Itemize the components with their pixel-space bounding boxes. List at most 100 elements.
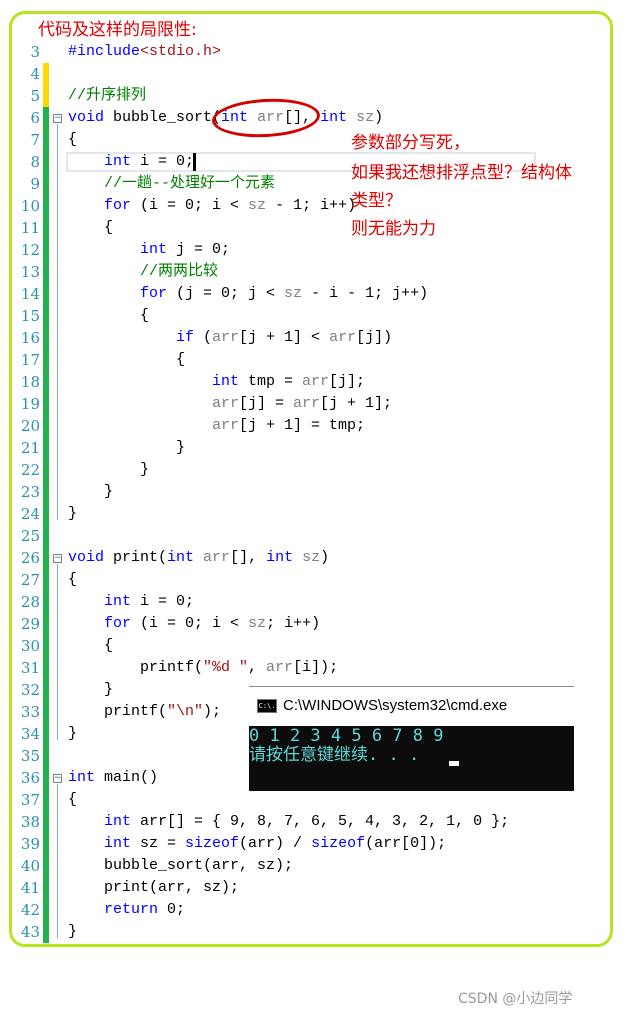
code-line[interactable]: 39 int sz = sizeof(arr) / sizeof(arr[0]);: [0, 833, 560, 855]
saved-change-marker: [43, 547, 49, 569]
code-line[interactable]: 38 int arr[] = { 9, 8, 7, 6, 5, 4, 3, 2, …: [0, 811, 560, 833]
code-line[interactable]: 18 int tmp = arr[j];: [0, 371, 560, 393]
code-text: }: [176, 437, 185, 459]
code-line[interactable]: 27 {: [0, 569, 560, 591]
code-token: arr[] = { 9, 8, 7, 6, 5, 4, 3, 2, 1, 0 }…: [131, 813, 510, 830]
code-line[interactable]: 25: [0, 525, 560, 547]
console-titlebar[interactable]: C:\. C:\WINDOWS\system32\cmd.exe: [257, 697, 507, 714]
code-line[interactable]: 16 if (arr[j + 1] < arr[j]): [0, 327, 560, 349]
code-text: void print(int arr[], int sz): [68, 547, 329, 569]
line-number: 24: [20, 505, 40, 523]
code-token: //两两比较: [140, 263, 219, 280]
code-token: {: [140, 307, 150, 324]
line-number: 19: [20, 395, 40, 413]
code-text: {: [140, 305, 149, 327]
line-number: 7: [30, 131, 40, 149]
code-line[interactable]: 13 //两两比较: [0, 261, 560, 283]
saved-change-marker: [43, 107, 49, 129]
console-app-icon: C:\.: [257, 699, 277, 714]
unsaved-change-marker: [43, 85, 49, 107]
saved-change-marker: [43, 173, 49, 195]
code-token: return: [104, 901, 159, 918]
line-number: 39: [20, 835, 40, 853]
code-token: bubble_sort(: [104, 109, 222, 126]
code-line[interactable]: 37 {: [0, 789, 560, 811]
code-line[interactable]: 22}: [0, 459, 560, 481]
line-number: 41: [20, 879, 40, 897]
code-token: printf(: [140, 659, 204, 676]
code-line[interactable]: 29 for (i = 0; i < sz; i++): [0, 613, 560, 635]
code-text: }: [68, 723, 77, 745]
code-line[interactable]: 11 {: [0, 217, 560, 239]
code-token: tmp =: [239, 373, 303, 390]
code-line[interactable]: 42 return 0;: [0, 899, 560, 921]
collapse-icon[interactable]: −: [53, 774, 62, 783]
code-token: int: [104, 593, 132, 610]
code-text: for (i = 0; i < sz; i++): [104, 613, 320, 635]
code-line[interactable]: 41 print(arr, sz);: [0, 877, 560, 899]
code-line[interactable]: 21}: [0, 437, 560, 459]
code-token: for: [140, 285, 168, 302]
line-number: 4: [30, 65, 40, 83]
code-token: sz: [284, 285, 303, 302]
code-line[interactable]: 30 {: [0, 635, 560, 657]
code-line[interactable]: 31 printf("%d ", arr[i]);: [0, 657, 560, 679]
line-number: 8: [30, 153, 40, 171]
code-token: ): [320, 549, 330, 566]
code-line[interactable]: 14 for (j = 0; j < sz - i - 1; j++): [0, 283, 560, 305]
code-text: bubble_sort(arr, sz);: [104, 855, 293, 877]
code-line[interactable]: 19 arr[j] = arr[j + 1];: [0, 393, 560, 415]
code-line[interactable]: 23}: [0, 481, 560, 503]
code-text: }: [68, 921, 77, 943]
code-token: }: [68, 505, 78, 522]
code-token: int: [320, 109, 348, 126]
code-text: int j = 0;: [140, 239, 230, 261]
code-token: arr: [293, 395, 321, 412]
code-line[interactable]: 26− void print(int arr[], int sz): [0, 547, 560, 569]
code-token: ; i++): [266, 615, 321, 632]
console-window[interactable]: 0 1 2 3 4 5 6 7 8 9 请按任意键继续. . .: [249, 726, 574, 791]
code-text: }: [104, 679, 113, 701]
line-number: 21: [20, 439, 40, 457]
code-line[interactable]: 3 #include<stdio.h>: [0, 41, 560, 63]
line-number: 35: [20, 747, 40, 765]
code-line[interactable]: 28 int i = 0;: [0, 591, 560, 613]
code-line[interactable]: 12 int j = 0;: [0, 239, 560, 261]
code-token: }: [140, 461, 150, 478]
code-token: }: [104, 483, 114, 500]
code-token: //一趟--处理好一个元素: [104, 175, 276, 192]
saved-change-marker: [43, 833, 49, 855]
code-text: {: [104, 217, 113, 239]
code-token: ): [374, 109, 384, 126]
code-token: [j];: [329, 373, 366, 390]
code-line[interactable]: 10 for (i = 0; i < sz - 1; i++): [0, 195, 560, 217]
code-line[interactable]: 43}: [0, 921, 560, 943]
code-line[interactable]: 17 {: [0, 349, 560, 371]
code-text: int main(): [68, 767, 158, 789]
fold-guide: [57, 784, 58, 938]
code-line[interactable]: 24}: [0, 503, 560, 525]
code-line[interactable]: 20 arr[j + 1] = tmp;: [0, 415, 560, 437]
line-number: 32: [20, 681, 40, 699]
code-token: {: [104, 219, 114, 236]
code-token: i = 0;: [131, 593, 195, 610]
code-token: arr: [212, 395, 240, 412]
code-text: }: [104, 481, 113, 503]
code-token: "\n": [167, 703, 204, 720]
line-number: 33: [20, 703, 40, 721]
code-token: {: [68, 571, 78, 588]
code-line[interactable]: 40 bubble_sort(arr, sz);: [0, 855, 560, 877]
code-text: //升序排列: [68, 85, 146, 107]
code-text: {: [68, 129, 77, 151]
code-line[interactable]: 4: [0, 63, 560, 85]
code-token: printf(: [104, 703, 168, 720]
collapse-icon[interactable]: −: [53, 554, 62, 563]
code-line[interactable]: 15 {: [0, 305, 560, 327]
code-text: //两两比较: [140, 261, 218, 283]
code-token: print(: [104, 549, 168, 566]
code-token: [],: [230, 549, 267, 566]
code-text: {: [104, 635, 113, 657]
code-token: (arr) /: [239, 835, 312, 852]
collapse-icon[interactable]: −: [53, 114, 62, 123]
saved-change-marker: [43, 437, 49, 459]
